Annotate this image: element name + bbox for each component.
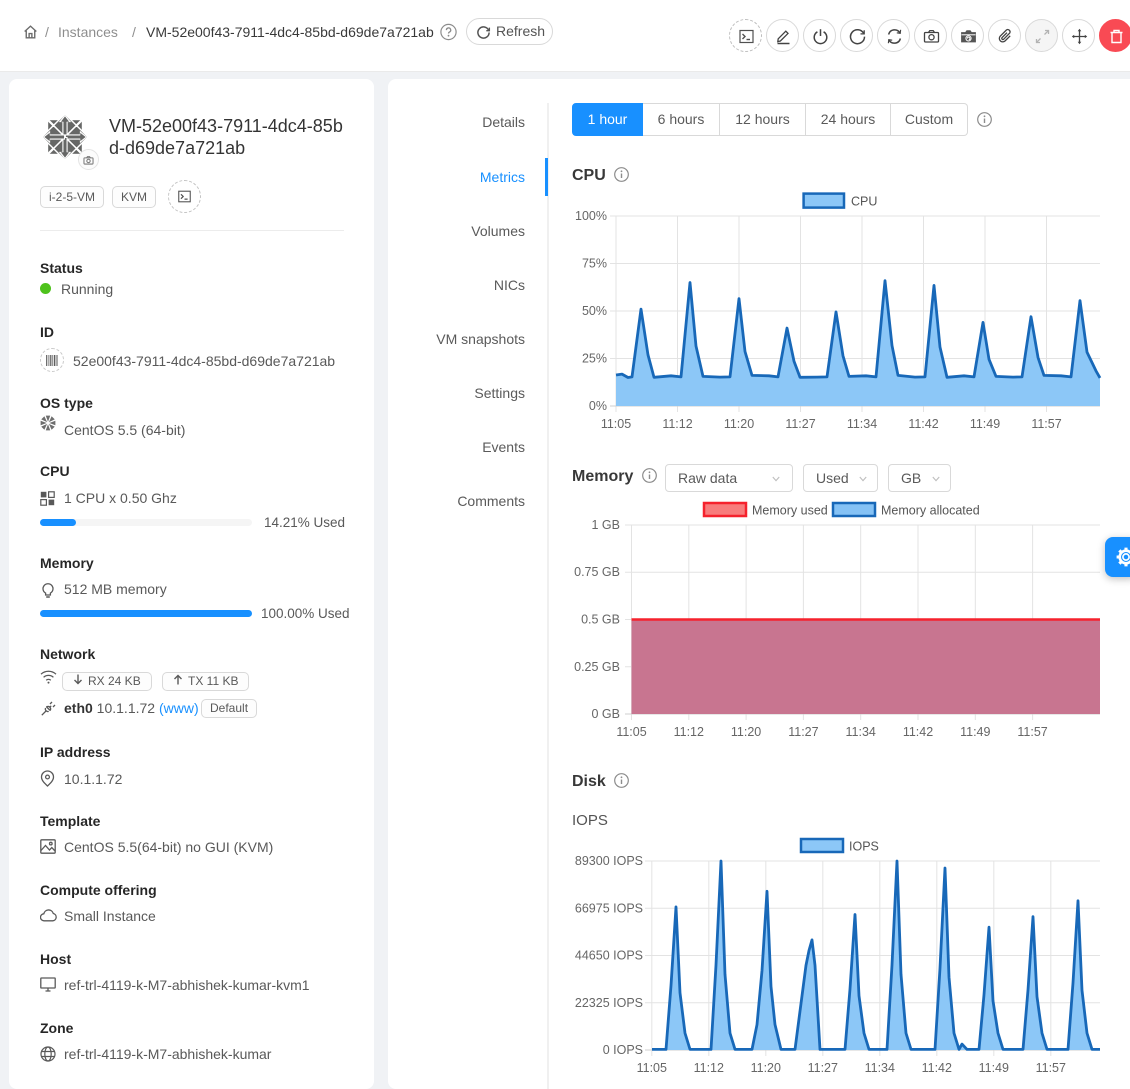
svg-text:44650 IOPS: 44650 IOPS	[575, 949, 643, 963]
svg-text:0 GB: 0 GB	[592, 707, 621, 721]
svg-text:100%: 100%	[575, 209, 607, 223]
svg-text:11:42: 11:42	[922, 1061, 952, 1075]
svg-text:89300 IOPS: 89300 IOPS	[575, 854, 643, 868]
svg-text:1 GB: 1 GB	[592, 518, 621, 532]
svg-text:11:12: 11:12	[662, 417, 692, 431]
svg-text:IOPS: IOPS	[849, 840, 879, 854]
svg-text:0.5 GB: 0.5 GB	[581, 613, 620, 627]
svg-text:11:49: 11:49	[979, 1061, 1009, 1075]
svg-text:11:12: 11:12	[674, 725, 704, 739]
svg-text:11:57: 11:57	[1036, 1061, 1066, 1075]
svg-text:CPU: CPU	[851, 195, 877, 209]
svg-text:0 IOPS: 0 IOPS	[603, 1043, 643, 1057]
svg-text:11:49: 11:49	[970, 417, 1000, 431]
svg-text:11:05: 11:05	[601, 417, 631, 431]
svg-text:11:05: 11:05	[616, 725, 646, 739]
svg-text:11:27: 11:27	[788, 725, 818, 739]
svg-text:Memory used: Memory used	[752, 504, 828, 518]
svg-text:11:57: 11:57	[1031, 417, 1061, 431]
svg-text:11:20: 11:20	[724, 417, 754, 431]
svg-text:11:20: 11:20	[731, 725, 761, 739]
svg-text:11:34: 11:34	[846, 725, 876, 739]
svg-text:22325 IOPS: 22325 IOPS	[575, 996, 643, 1010]
svg-text:11:20: 11:20	[751, 1061, 781, 1075]
svg-text:11:12: 11:12	[694, 1061, 724, 1075]
svg-text:75%: 75%	[582, 257, 607, 271]
svg-text:0.25 GB: 0.25 GB	[574, 660, 620, 674]
svg-text:11:42: 11:42	[908, 417, 938, 431]
svg-text:25%: 25%	[582, 352, 607, 366]
svg-text:50%: 50%	[582, 304, 607, 318]
svg-text:66975 IOPS: 66975 IOPS	[575, 902, 643, 916]
svg-text:11:49: 11:49	[960, 725, 990, 739]
svg-text:11:27: 11:27	[808, 1061, 838, 1075]
svg-text:11:57: 11:57	[1017, 725, 1047, 739]
svg-text:11:27: 11:27	[785, 417, 815, 431]
svg-text:0.75 GB: 0.75 GB	[574, 565, 620, 579]
svg-text:11:34: 11:34	[865, 1061, 895, 1075]
svg-text:11:34: 11:34	[847, 417, 877, 431]
svg-text:11:05: 11:05	[637, 1061, 667, 1075]
svg-text:0%: 0%	[589, 399, 607, 413]
svg-text:Memory allocated: Memory allocated	[881, 504, 980, 518]
svg-text:11:42: 11:42	[903, 725, 933, 739]
